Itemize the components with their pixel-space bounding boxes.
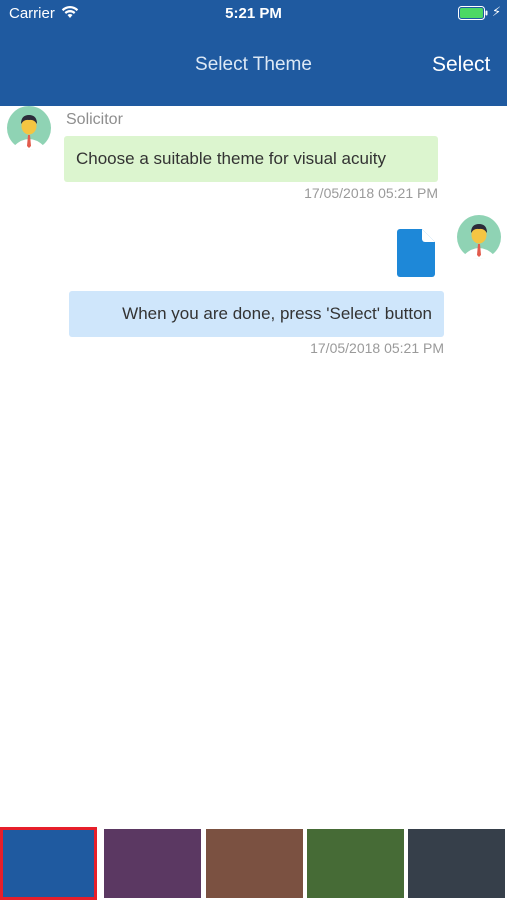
message-bubble: Choose a suitable theme for visual acuit… [64, 136, 438, 182]
theme-swatch-green[interactable] [307, 829, 404, 898]
theme-swatch-purple[interactable] [104, 829, 201, 898]
charging-icon: ⚡ [492, 4, 502, 19]
clock: 5:21 PM [225, 5, 282, 22]
battery-icon [458, 6, 488, 26]
theme-picker [0, 827, 507, 900]
theme-swatch-blue[interactable] [0, 827, 97, 900]
message-bubble: When you are done, press 'Select' button [69, 291, 444, 337]
message-timestamp: 17/05/2018 05:21 PM [310, 340, 444, 356]
sender-name: Solicitor [66, 111, 123, 128]
theme-swatch-slate[interactable] [408, 829, 505, 898]
status-bar: Carrier 5:21 PM ⚡ [0, 0, 507, 30]
avatar [457, 215, 501, 259]
select-button[interactable]: Select [432, 53, 490, 77]
nav-header: Carrier 5:21 PM ⚡ Select Theme Select [0, 0, 507, 106]
theme-swatch-brown[interactable] [206, 829, 303, 898]
message-timestamp: 17/05/2018 05:21 PM [304, 185, 438, 201]
page-title: Select Theme [195, 54, 312, 75]
avatar [7, 106, 51, 150]
document-icon[interactable] [397, 229, 435, 277]
